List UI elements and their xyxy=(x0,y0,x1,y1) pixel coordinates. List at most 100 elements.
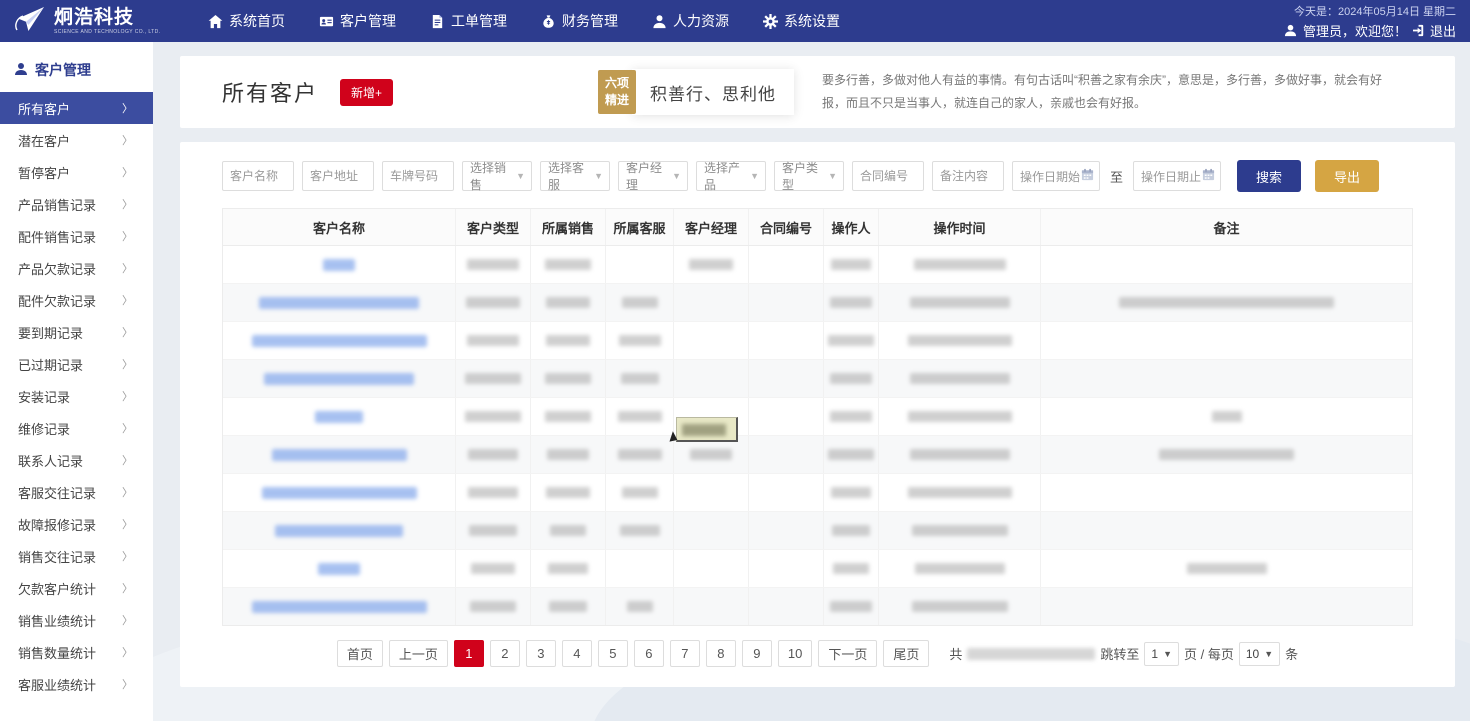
customer-name-link[interactable] xyxy=(259,297,419,309)
nav-item-customers[interactable]: 客户管理 xyxy=(319,11,396,31)
sidebar-item[interactable]: 销售数量统计〉 xyxy=(0,636,153,668)
sidebar-item[interactable]: 客服交往记录〉 xyxy=(0,476,153,508)
sidebar-item[interactable]: 销售交往记录〉 xyxy=(0,540,153,572)
customer-name-link[interactable] xyxy=(264,373,414,385)
id-card-icon xyxy=(319,14,334,29)
customer-name-link[interactable] xyxy=(315,411,363,423)
search-button[interactable]: 搜索 xyxy=(1237,160,1301,192)
sidebar-item[interactable]: 销售业绩统计〉 xyxy=(0,604,153,636)
sidebar-item-label: 潜在客户 xyxy=(18,131,70,150)
sidebar-item[interactable]: 客服业绩统计〉 xyxy=(0,668,153,700)
sidebar-item[interactable]: 产品欠款记录〉 xyxy=(0,252,153,284)
nav-item-hr[interactable]: 人力资源 xyxy=(652,11,729,31)
page-jump-select[interactable]: 1 ▼ xyxy=(1144,642,1179,666)
pagination-page-button[interactable]: 3 xyxy=(526,640,556,667)
filter-select[interactable]: 客户经理▼ xyxy=(618,161,688,191)
table-cell xyxy=(824,360,879,397)
logout-button[interactable]: 退出 xyxy=(1413,21,1456,40)
brand[interactable]: 炯浩科技 SCIENCE AND TECHNOLOGY CO., LTD. xyxy=(0,6,190,36)
customer-name-link[interactable] xyxy=(252,601,427,613)
page-size-value: 10 xyxy=(1246,647,1259,661)
filter-select[interactable]: 选择客服▼ xyxy=(540,161,610,191)
sidebar-item-label: 销售业绩统计 xyxy=(18,611,96,630)
sidebar-item[interactable]: 潜在客户〉 xyxy=(0,124,153,156)
sidebar-item[interactable]: 暂停客户〉 xyxy=(0,156,153,188)
filter-input[interactable] xyxy=(852,161,924,191)
sidebar-item[interactable]: 配件欠款记录〉 xyxy=(0,284,153,316)
redacted-text xyxy=(468,449,518,460)
sidebar-item[interactable]: 所有客户〉 xyxy=(0,92,153,124)
page-size-select[interactable]: 10 ▼ xyxy=(1239,642,1280,666)
filter-select[interactable]: 选择产品▼ xyxy=(696,161,766,191)
customer-name-link[interactable] xyxy=(318,563,360,575)
nav-item-home[interactable]: 系统首页 xyxy=(208,11,285,31)
table-cell xyxy=(749,588,824,625)
sidebar-item-label: 配件欠款记录 xyxy=(18,291,96,310)
sidebar-item[interactable]: 故障报修记录〉 xyxy=(0,508,153,540)
pagination-prev-button[interactable]: 上一页 xyxy=(389,640,448,667)
pagination-page-button[interactable]: 8 xyxy=(706,640,736,667)
sidebar-item-label: 销售数量统计 xyxy=(18,643,96,662)
nav-item-workorder[interactable]: 工单管理 xyxy=(430,11,507,31)
customer-name-link[interactable] xyxy=(252,335,427,347)
pagination-page-button[interactable]: 7 xyxy=(670,640,700,667)
export-button[interactable]: 导出 xyxy=(1315,160,1379,192)
redacted-text xyxy=(621,373,659,384)
pagination-page-button[interactable]: 5 xyxy=(598,640,628,667)
filter-select-label: 选择销售 xyxy=(470,159,516,193)
pagination-page-button[interactable]: 4 xyxy=(562,640,592,667)
pagination-next-button[interactable]: 下一页 xyxy=(818,640,877,667)
add-customer-button[interactable]: 新增+ xyxy=(340,79,393,106)
table-cell xyxy=(606,284,674,321)
redacted-text xyxy=(690,449,732,460)
sidebar-item-label: 要到期记录 xyxy=(18,323,83,342)
filter-input[interactable] xyxy=(932,161,1004,191)
filter-input[interactable] xyxy=(382,161,454,191)
pagination-page-button[interactable]: 9 xyxy=(742,640,772,667)
sidebar-item[interactable]: 安装记录〉 xyxy=(0,380,153,412)
redacted-tooltip-text xyxy=(682,424,726,436)
table-cell xyxy=(1041,474,1412,511)
customer-name-link[interactable] xyxy=(272,449,407,461)
customer-name-link[interactable] xyxy=(323,259,355,271)
sidebar-item[interactable]: 维修记录〉 xyxy=(0,412,153,444)
chevron-right-icon: 〉 xyxy=(122,452,133,468)
redacted-text xyxy=(547,449,589,460)
filter-select[interactable]: 选择销售▼ xyxy=(462,161,532,191)
sidebar-item[interactable]: 产品销售记录〉 xyxy=(0,188,153,220)
pagination-last-button[interactable]: 尾页 xyxy=(883,640,929,667)
filter-input[interactable] xyxy=(222,161,294,191)
table-cell xyxy=(879,436,1041,473)
topbar-right: 今天是：2024年05月14日 星期二 管理员，欢迎您！ 退出 xyxy=(1284,0,1456,42)
filter-input[interactable] xyxy=(302,161,374,191)
table-cell xyxy=(456,246,531,283)
table-cell xyxy=(674,550,749,587)
pagination-page-button[interactable]: 6 xyxy=(634,640,664,667)
nav-item-settings[interactable]: 系统设置 xyxy=(763,11,840,31)
pagination-first-button[interactable]: 首页 xyxy=(337,640,383,667)
table-cell xyxy=(531,284,606,321)
sidebar-header: 客户管理 xyxy=(0,52,153,92)
pagination-page-button[interactable]: 1 xyxy=(454,640,484,667)
sidebar-item[interactable]: 联系人记录〉 xyxy=(0,444,153,476)
filter-select[interactable]: 客户类型▼ xyxy=(774,161,844,191)
redacted-text xyxy=(468,487,518,498)
sidebar-item[interactable]: 欠款客户统计〉 xyxy=(0,572,153,604)
customer-name-link[interactable] xyxy=(275,525,403,537)
nav-item-label: 财务管理 xyxy=(562,11,618,31)
customer-name-link[interactable] xyxy=(262,487,417,499)
filter-date-input[interactable]: 操作日期止 xyxy=(1133,161,1221,191)
table-header-cell: 备注 xyxy=(1041,209,1412,245)
nav-item-finance[interactable]: 财务管理 xyxy=(541,11,618,31)
table-cell xyxy=(879,588,1041,625)
page-title: 所有客户 xyxy=(222,76,318,108)
table-cell xyxy=(824,322,879,359)
sidebar-item[interactable]: 配件销售记录〉 xyxy=(0,220,153,252)
sidebar-item[interactable]: 要到期记录〉 xyxy=(0,316,153,348)
pagination-page-button[interactable]: 10 xyxy=(778,640,812,667)
pagination-page-button[interactable]: 2 xyxy=(490,640,520,667)
table-header-cell: 客户经理 xyxy=(674,209,749,245)
sidebar-item[interactable]: 已过期记录〉 xyxy=(0,348,153,380)
table-cell xyxy=(749,284,824,321)
filter-date-input[interactable]: 操作日期始 xyxy=(1012,161,1100,191)
